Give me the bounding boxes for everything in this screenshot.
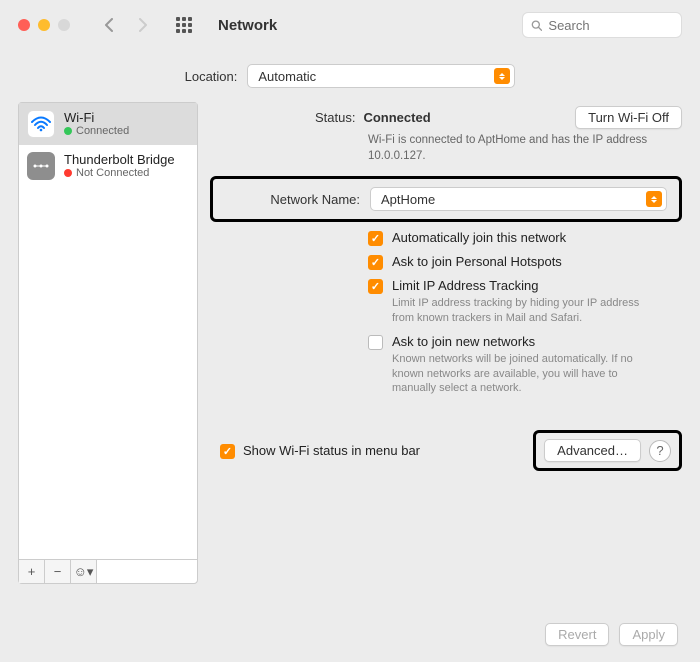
ask-new-checkbox-row[interactable]: Ask to join new networks Known networks …: [368, 334, 682, 397]
location-row: Location: Automatic: [0, 50, 700, 102]
close-icon[interactable]: [18, 19, 30, 31]
remove-interface-button[interactable]: −: [45, 560, 71, 583]
help-button[interactable]: ?: [649, 440, 671, 462]
location-value: Automatic: [258, 69, 316, 84]
sidebar-item-label: Thunderbolt Bridge: [64, 152, 175, 167]
forward-button[interactable]: [130, 12, 156, 38]
menubar-label: Show Wi-Fi status in menu bar: [243, 443, 420, 458]
sidebar-item-label: Wi-Fi: [64, 110, 129, 125]
thunderbolt-icon: [27, 152, 55, 180]
sidebar-footer: + − ☺︎▾: [19, 559, 197, 583]
checkbox-desc: Known networks will be joined automatica…: [392, 352, 664, 397]
network-name-value: AptHome: [381, 192, 435, 207]
location-select[interactable]: Automatic: [247, 64, 515, 88]
auto-join-checkbox-row[interactable]: Automatically join this network: [368, 230, 682, 246]
checkbox-icon[interactable]: [368, 255, 383, 270]
search-icon: [531, 19, 542, 32]
checkbox-icon[interactable]: [368, 279, 383, 294]
sidebar-item-thunderbolt[interactable]: Thunderbolt Bridge Not Connected: [19, 145, 197, 187]
main-panel: Status: Connected Turn Wi-Fi Off Wi-Fi i…: [210, 102, 682, 584]
add-interface-button[interactable]: +: [19, 560, 45, 583]
sidebar-item-status: Connected: [76, 125, 129, 137]
show-all-icon[interactable]: [176, 17, 192, 33]
back-button[interactable]: [96, 12, 122, 38]
minimize-icon[interactable]: [38, 19, 50, 31]
status-label: Status:: [315, 110, 355, 125]
titlebar: Network: [0, 0, 700, 50]
window-controls: [18, 19, 70, 31]
checkbox-label: Limit IP Address Tracking: [392, 278, 664, 293]
zoom-icon[interactable]: [58, 19, 70, 31]
page-title: Network: [218, 17, 277, 34]
checkbox-label: Automatically join this network: [392, 230, 566, 245]
wifi-toggle-button[interactable]: Turn Wi-Fi Off: [575, 106, 682, 129]
location-label: Location:: [185, 69, 238, 84]
wifi-icon: [27, 110, 55, 138]
checkbox-desc: Limit IP address tracking by hiding your…: [392, 296, 664, 326]
status-value: Connected: [363, 110, 430, 125]
chevron-updown-icon: [494, 68, 510, 84]
chevron-updown-icon: [646, 191, 662, 207]
status-dot-icon: [64, 127, 72, 135]
limit-ip-checkbox-row[interactable]: Limit IP Address Tracking Limit IP addre…: [368, 278, 682, 326]
checkbox-icon[interactable]: [368, 231, 383, 246]
sidebar-item-status: Not Connected: [76, 167, 149, 179]
sidebar-options-button[interactable]: ☺︎▾: [71, 560, 97, 583]
hotspots-checkbox-row[interactable]: Ask to join Personal Hotspots: [368, 254, 682, 270]
status-dot-icon: [64, 169, 72, 177]
menubar-checkbox[interactable]: [220, 444, 235, 459]
checkbox-label: Ask to join new networks: [392, 334, 664, 349]
checkbox-label: Ask to join Personal Hotspots: [392, 254, 562, 269]
network-name-highlight: Network Name: AptHome: [210, 176, 682, 222]
revert-button[interactable]: Revert: [545, 623, 609, 646]
status-desc: Wi-Fi is connected to AptHome and has th…: [368, 133, 682, 164]
apply-button[interactable]: Apply: [619, 623, 678, 646]
advanced-button[interactable]: Advanced…: [544, 439, 641, 462]
checkbox-icon[interactable]: [368, 335, 383, 350]
sidebar-item-wifi[interactable]: Wi-Fi Connected: [19, 103, 197, 145]
search-field[interactable]: [522, 12, 682, 38]
network-name-select[interactable]: AptHome: [370, 187, 667, 211]
interface-sidebar: Wi-Fi Connected Thunderbolt Bridge Not C…: [18, 102, 198, 584]
search-input[interactable]: [548, 18, 673, 33]
network-name-label: Network Name:: [225, 192, 360, 207]
advanced-highlight: Advanced… ?: [533, 430, 682, 471]
